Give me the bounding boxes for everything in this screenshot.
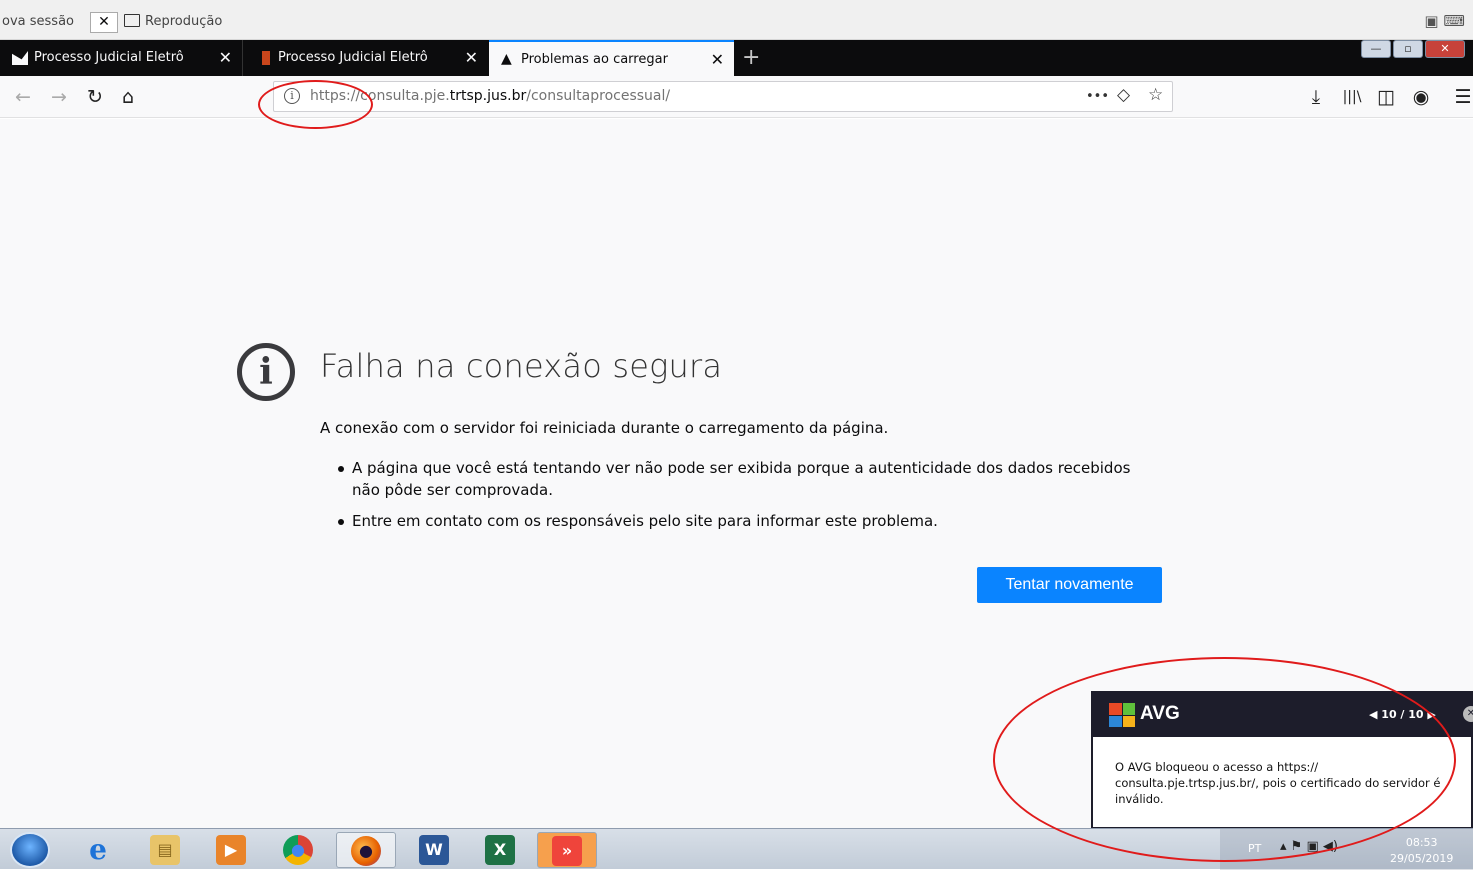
file-explorer-icon[interactable]: ▤ — [135, 832, 195, 868]
window-controls: — ▫ ✕ — [1361, 40, 1465, 60]
avg-notification: AVG ◀ 10 / 10 ▶ ✕ O AVG bloqueou o acess… — [1091, 691, 1473, 829]
trt-favicon-icon — [262, 51, 270, 65]
internet-explorer-icon[interactable]: e — [68, 832, 128, 868]
firefox-icon[interactable]: ● — [336, 832, 396, 868]
forward-arrow-icon[interactable]: → — [47, 86, 71, 108]
media-player-icon[interactable]: ▶ — [201, 832, 261, 868]
remote-session-bar: ova sessão ✕ Reprodução ▣ ⌨ — [0, 0, 1473, 40]
download-icon[interactable]: ⤓ — [1304, 86, 1328, 108]
minimize-button[interactable]: — — [1361, 40, 1391, 58]
clock-date: 29/05/2019 — [1390, 852, 1454, 865]
retry-button[interactable]: Tentar novamente — [977, 567, 1162, 603]
info-icon: i — [237, 343, 295, 401]
account-icon[interactable]: ◉ — [1409, 86, 1433, 108]
word-icon[interactable]: W — [404, 832, 464, 868]
language-indicator[interactable]: PT — [1248, 842, 1261, 855]
tab-close-icon[interactable]: ✕ — [711, 42, 724, 76]
library-icon[interactable]: |||\ — [1340, 89, 1364, 105]
monitor-icon — [124, 14, 140, 27]
window-close-button[interactable]: ✕ — [1425, 40, 1465, 58]
tray-icons[interactable]: ▴ ⚑ ▣ ◀) — [1280, 839, 1338, 854]
remote-tools-icons[interactable]: ▣ ⌨ — [1424, 12, 1465, 30]
url-bar[interactable]: i https://consulta.pje.trtsp.jus.br/cons… — [273, 81, 1173, 112]
tab-label: Processo Judicial Eletrônico - T — [34, 50, 184, 65]
bookmark-star-icon[interactable]: ☆ — [1148, 85, 1163, 105]
avg-brand: AVG — [1140, 703, 1180, 724]
avg-message: O AVG bloqueou o acesso a https:// consu… — [1115, 760, 1441, 806]
list-item: A página que você está tentando ver não … — [336, 457, 1146, 501]
warning-icon: ▲ — [501, 51, 512, 67]
pocket-icon[interactable]: ◇ — [1117, 85, 1130, 105]
list-item: Entre em contato com os responsáveis pel… — [336, 510, 1146, 532]
excel-icon[interactable]: X — [470, 832, 530, 868]
page-actions-icon[interactable]: ••• — [1086, 89, 1109, 104]
home-icon[interactable]: ⌂ — [116, 86, 140, 108]
tab-error-page[interactable]: ▲ Problemas ao carregar a página ✕ — [489, 40, 734, 76]
restore-button[interactable]: ▫ — [1393, 40, 1423, 58]
tab-close-icon[interactable]: ✕ — [465, 40, 478, 76]
new-tab-button[interactable]: + — [742, 42, 760, 74]
navigation-toolbar: ← → ↻ ⌂ i https://consulta.pje.trtsp.jus… — [0, 76, 1473, 118]
error-description: A conexão com o servidor foi reiniciada … — [320, 419, 889, 437]
back-arrow-icon[interactable]: ← — [11, 86, 35, 108]
clock[interactable]: 08:53 29/05/2019 — [1390, 835, 1453, 867]
tab-pje-2[interactable]: Processo Judicial Eletrônico: [p ✕ — [244, 40, 488, 76]
session-close-button[interactable]: ✕ — [90, 12, 118, 33]
windows-taskbar: e ▤ ▶ ● ● W X » PT ▴ ⚑ ▣ ◀) 08:53 29/05/… — [0, 828, 1473, 870]
tab-close-icon[interactable]: ✕ — [219, 40, 232, 76]
error-details-list: A página que você está tentando ver não … — [336, 457, 1146, 541]
tab-strip: Processo Judicial Eletrônico - T ✕ Proce… — [0, 40, 1473, 76]
pje-favicon-icon — [12, 51, 28, 65]
page-title: Falha na conexão segura — [320, 347, 723, 385]
tab-pje-1[interactable]: Processo Judicial Eletrônico - T ✕ — [0, 40, 243, 76]
tab-label: Problemas ao carregar a página — [521, 52, 671, 67]
reload-icon[interactable]: ↻ — [83, 86, 107, 108]
session-label[interactable]: ova sessão — [2, 14, 74, 29]
site-info-icon[interactable]: i — [284, 88, 300, 104]
sidebar-icon[interactable]: ◫ — [1374, 86, 1398, 108]
avg-pager[interactable]: ◀ 10 / 10 ▶ — [1369, 708, 1436, 721]
avg-logo-icon — [1109, 703, 1135, 727]
avg-close-icon[interactable]: ✕ — [1463, 706, 1473, 722]
clock-time: 08:53 — [1405, 836, 1438, 849]
avg-header: AVG ◀ 10 / 10 ▶ ✕ — [1093, 693, 1473, 737]
tab-label: Processo Judicial Eletrônico: [p — [278, 50, 428, 65]
reproduction-tab[interactable]: Reprodução — [145, 14, 222, 29]
menu-icon[interactable]: ☰ — [1451, 86, 1473, 108]
system-tray: PT ▴ ⚑ ▣ ◀) 08:53 29/05/2019 — [1220, 829, 1473, 870]
anydesk-icon[interactable]: » — [537, 832, 597, 868]
chrome-icon[interactable]: ● — [268, 832, 328, 868]
start-button[interactable] — [10, 832, 50, 868]
url-text[interactable]: https://consulta.pje.trtsp.jus.br/consul… — [310, 88, 670, 104]
